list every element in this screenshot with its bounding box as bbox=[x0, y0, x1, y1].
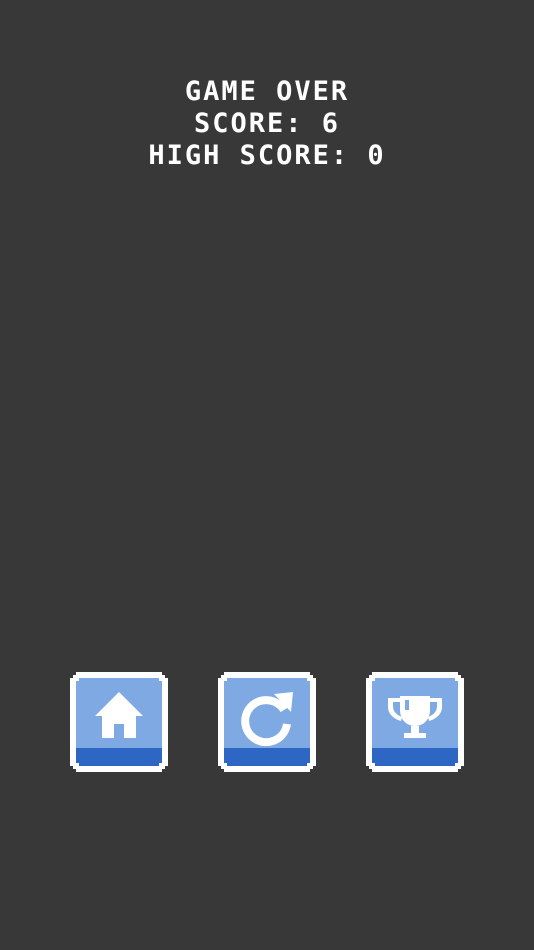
home-button-frame bbox=[70, 672, 168, 772]
leaderboard-button-frame bbox=[366, 672, 464, 772]
leaderboard-button[interactable] bbox=[366, 672, 464, 772]
game-screen: GAME OVER SCORE: 6 HIGH SCORE: 0 bbox=[0, 0, 534, 950]
restart-button[interactable] bbox=[218, 672, 316, 772]
restart-button-frame bbox=[218, 672, 316, 772]
game-over-title: GAME OVER bbox=[184, 76, 350, 107]
game-over-panel: GAME OVER SCORE: 6 HIGH SCORE: 0 bbox=[0, 76, 534, 172]
high-score-text: HIGH SCORE: 0 bbox=[148, 140, 386, 171]
home-button[interactable] bbox=[70, 672, 168, 772]
score-text: SCORE: 6 bbox=[193, 108, 341, 139]
